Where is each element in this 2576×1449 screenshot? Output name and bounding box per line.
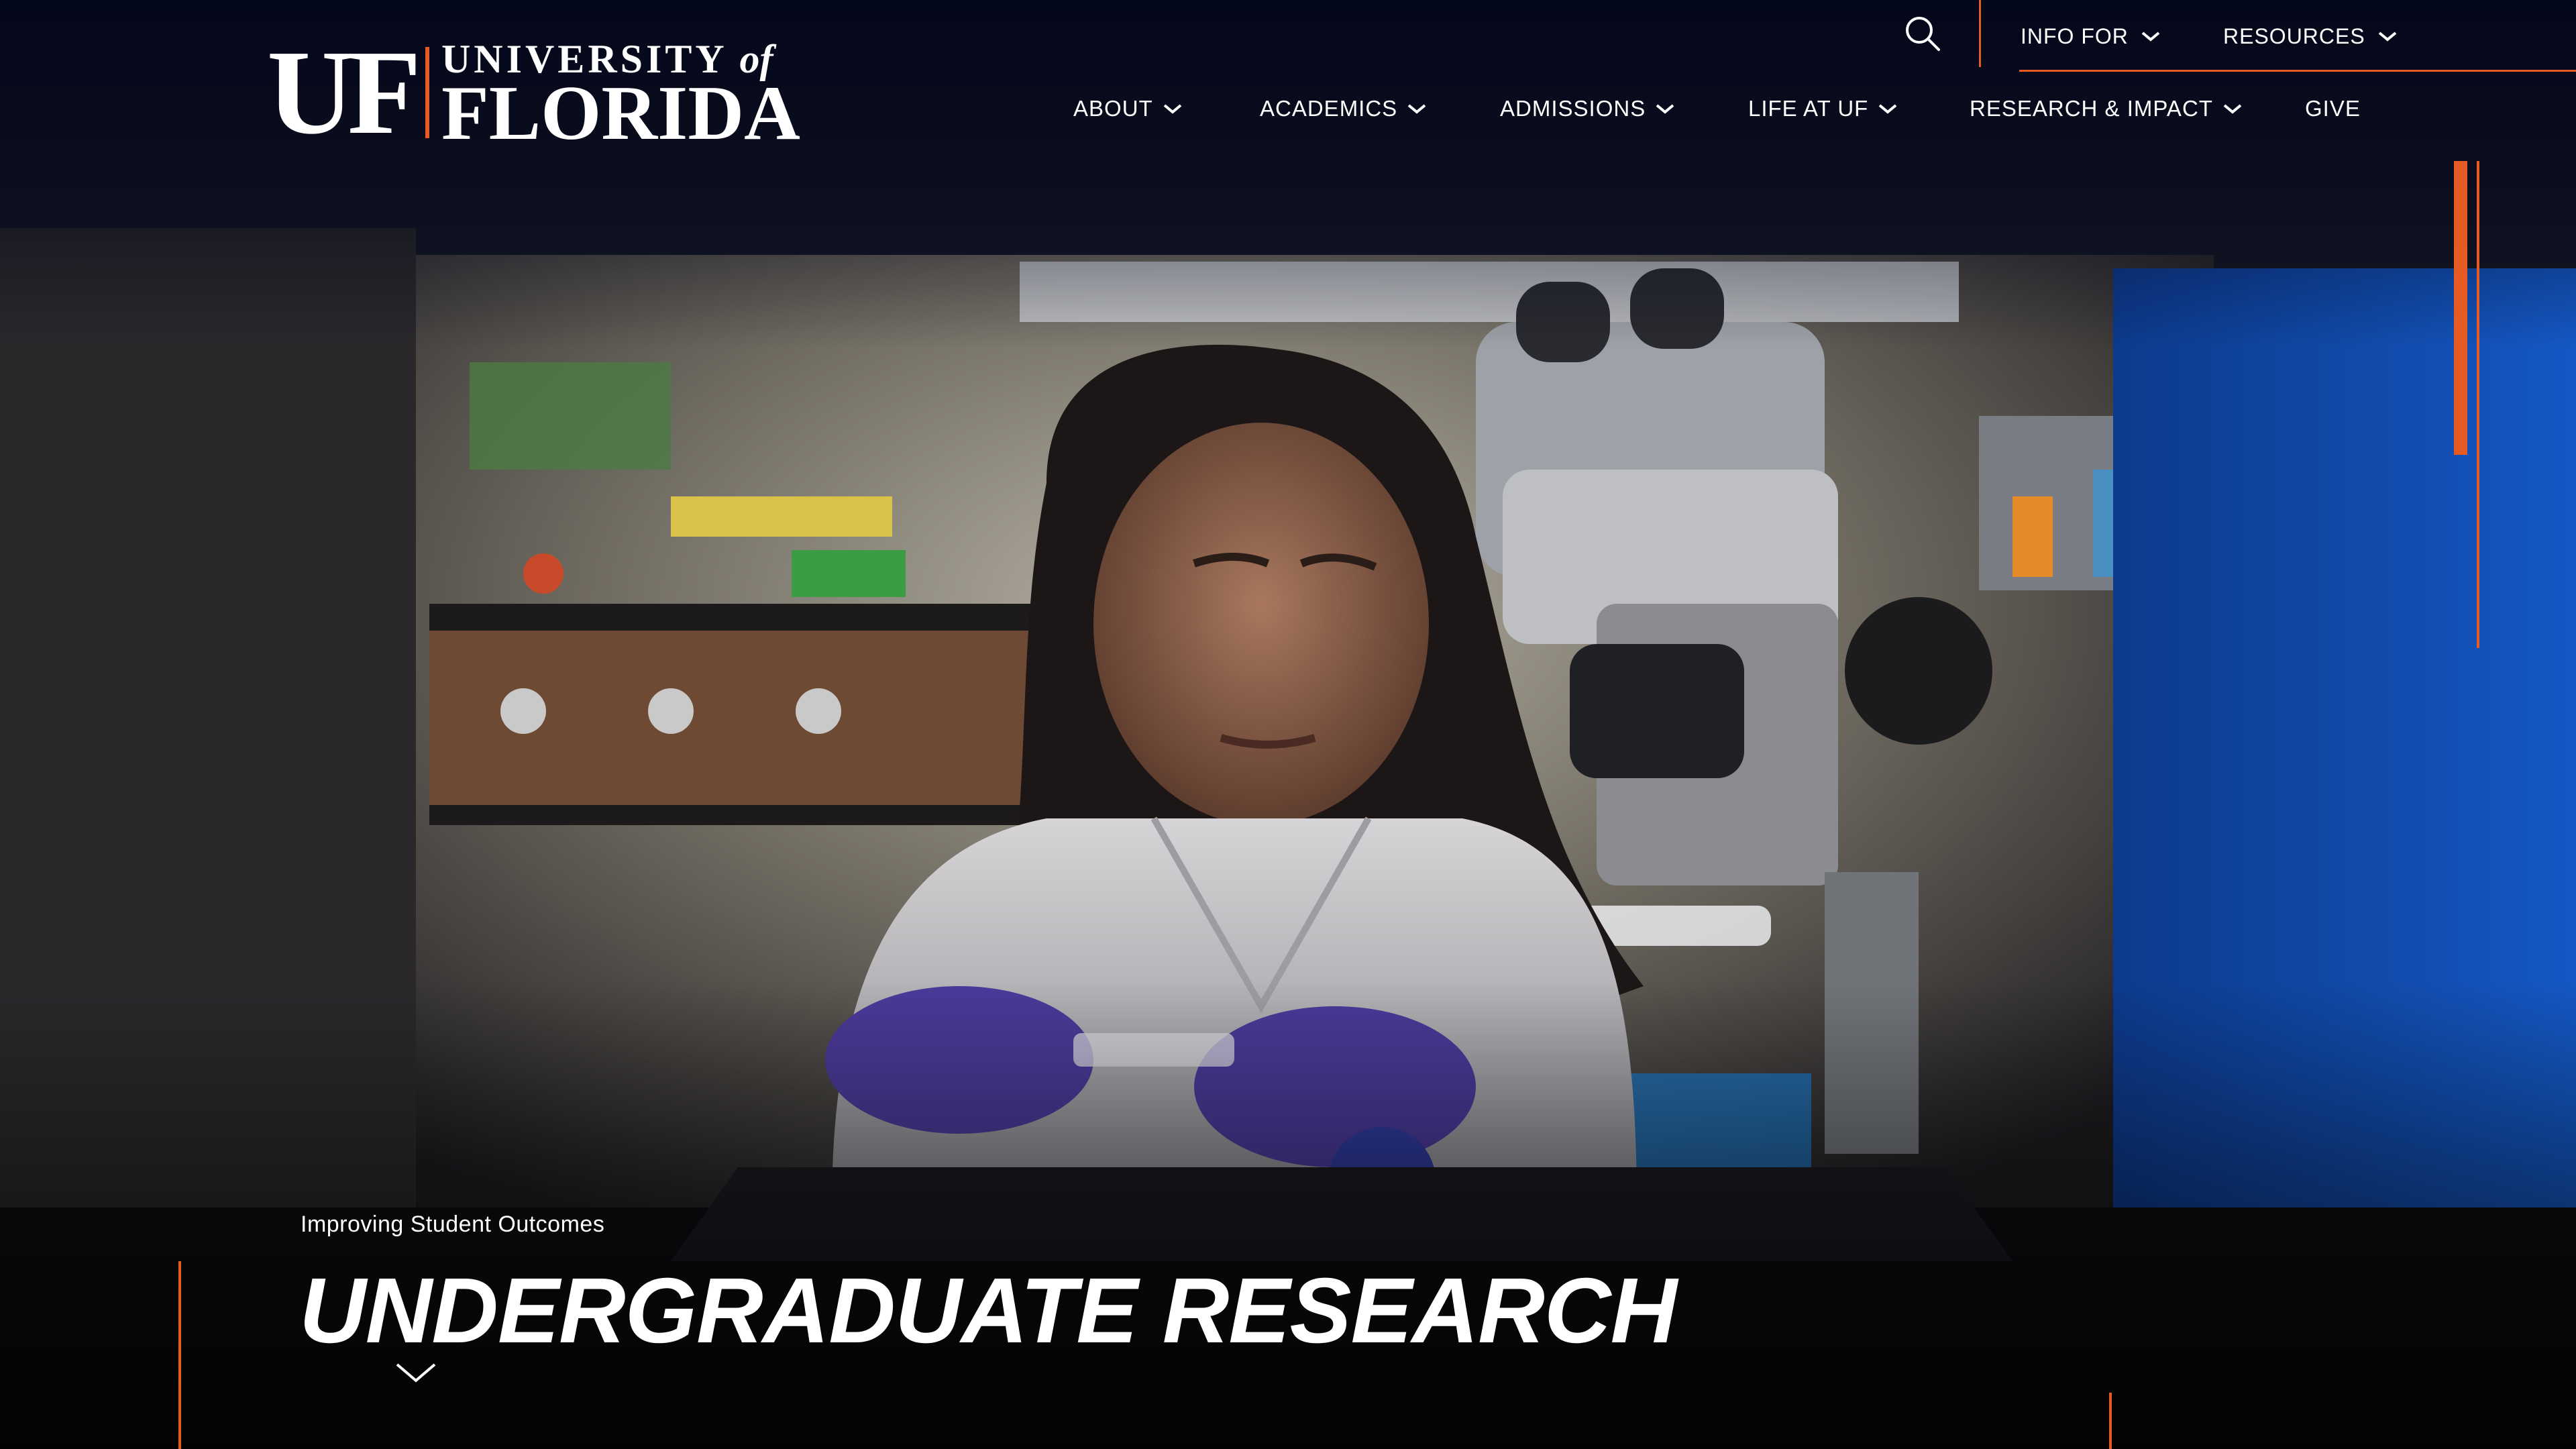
chevron-down-icon (1163, 104, 1181, 114)
nav-research-impact-label: RESEARCH & IMPACT (1970, 96, 2213, 121)
nav-academics[interactable]: ACADEMICS (1260, 90, 1427, 127)
nav-about-label: ABOUT (1073, 96, 1153, 121)
nav-give[interactable]: GIVE (2305, 90, 2361, 127)
utility-info-for[interactable]: INFO FOR (2021, 17, 2161, 55)
logo-wordmark: UNIVERSITY of FLORIDA (441, 38, 800, 156)
accent-line-bottom (2109, 1393, 2112, 1449)
utility-resources-label: RESOURCES (2223, 23, 2365, 48)
search-button[interactable] (1896, 12, 1949, 55)
nav-about[interactable]: ABOUT (1073, 90, 1183, 127)
chevron-down-icon (1407, 104, 1426, 114)
chevron-down-icon (2378, 32, 2396, 42)
logo-line2: FLORIDA (441, 70, 800, 156)
utility-underline (2019, 70, 2576, 72)
logo-initials: UF (267, 25, 421, 159)
utility-info-for-label: INFO FOR (2021, 23, 2129, 48)
nav-admissions[interactable]: ADMISSIONS (1500, 90, 1675, 127)
hero-eyebrow: Improving Student Outcomes (301, 1212, 605, 1237)
nav-give-label: GIVE (2305, 96, 2361, 121)
nav-academics-label: ACADEMICS (1260, 96, 1398, 121)
chevron-down-icon (2141, 32, 2160, 42)
chevron-down-icon (1879, 104, 1897, 114)
nav-research-impact[interactable]: RESEARCH & IMPACT (1970, 90, 2243, 127)
accent-line-right (2477, 161, 2479, 648)
nav-admissions-label: ADMISSIONS (1500, 96, 1646, 121)
chevron-down-icon (396, 1363, 436, 1383)
utility-divider (1979, 0, 1981, 67)
search-icon (1906, 17, 1940, 51)
logo-divider (425, 47, 429, 138)
hero-title: UNDERGRADUATE RESEARCH (299, 1259, 1677, 1362)
scroll-down-button[interactable] (389, 1352, 443, 1393)
accent-line-left (178, 1261, 181, 1449)
utility-resources[interactable]: RESOURCES (2223, 17, 2398, 55)
nav-life-at-uf-label: LIFE AT UF (1748, 96, 1869, 121)
chevron-down-icon (1656, 104, 1674, 114)
uf-logo-link[interactable]: UF UNIVERSITY of FLORIDA (267, 25, 800, 159)
accent-bar-thick (2454, 161, 2467, 455)
nav-life-at-uf[interactable]: LIFE AT UF (1748, 90, 1898, 127)
chevron-down-icon (2223, 104, 2242, 114)
